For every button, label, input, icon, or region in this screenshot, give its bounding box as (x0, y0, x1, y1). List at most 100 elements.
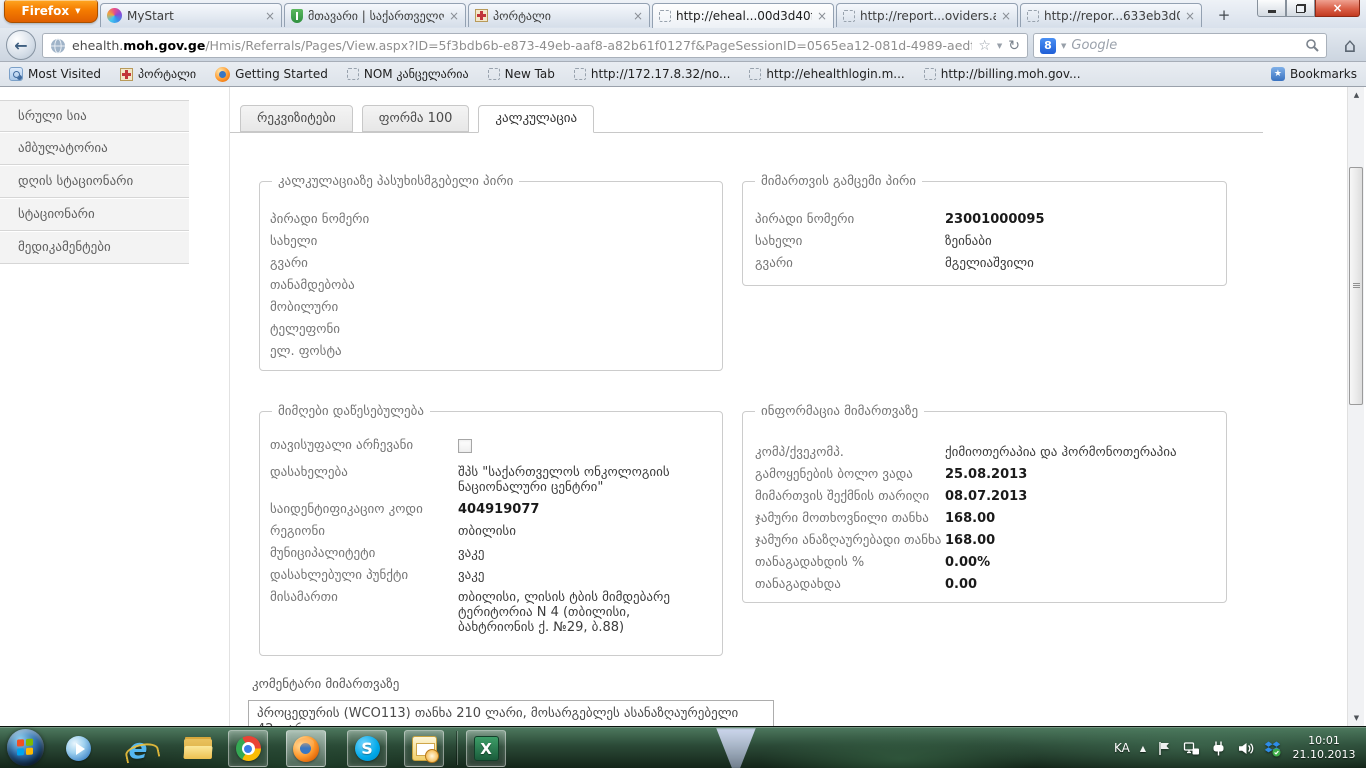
sidebar-item-ambulatory[interactable]: ამბულატორია (0, 133, 189, 165)
action-center-flag-icon[interactable] (1156, 740, 1173, 757)
search-box[interactable]: 8 ▼ Google (1033, 33, 1327, 58)
tab-mtavari[interactable]: მთავარი | საქართველო... × (284, 3, 466, 27)
bookmark-portali[interactable]: პორტალი (120, 67, 196, 81)
free-choice-checkbox[interactable] (458, 439, 472, 453)
new-tab-button[interactable]: + (1212, 6, 1236, 25)
reload-icon[interactable]: ↻ (1008, 38, 1020, 54)
taskbar-outlook-button[interactable] (404, 730, 444, 767)
scroll-down-arrow-icon[interactable]: ▼ (1348, 710, 1365, 726)
tab-report1[interactable]: http://report...oviders.aspx × (836, 3, 1018, 27)
tab-calculation[interactable]: კალკულაცია (478, 105, 594, 133)
dropbox-icon[interactable] (1264, 740, 1281, 757)
taskbar-skype-button[interactable]: S (347, 730, 387, 767)
folder-icon (184, 739, 212, 759)
bookmark-ehealthlogin[interactable]: http://ehealthlogin.m... (749, 67, 904, 81)
field-label: მობილური (270, 300, 458, 315)
bookmarks-star-icon: ★ (1271, 67, 1285, 81)
close-icon[interactable]: × (633, 10, 643, 22)
tab-ehealth-active[interactable]: http://eheal...00d3d40f3a1 × (652, 3, 834, 28)
field-label: თანამდებობა (270, 278, 458, 293)
close-window-button[interactable]: × (1315, 0, 1360, 17)
scroll-up-arrow-icon[interactable]: ▲ (1348, 87, 1365, 103)
bookmark-getting-started[interactable]: Getting Started (215, 67, 328, 82)
close-icon[interactable]: × (1185, 10, 1195, 22)
sidebar-item-full-list[interactable]: სრული სია (0, 100, 189, 132)
sidebar-item-medications[interactable]: მედიკამენტები (0, 232, 189, 264)
taskbar-firefox-button[interactable] (286, 730, 326, 767)
bookmark-label: Most Visited (28, 67, 101, 81)
tab-form100[interactable]: ფორმა 100 (362, 105, 470, 132)
network-icon[interactable] (1183, 740, 1200, 757)
language-indicator[interactable]: KA (1114, 741, 1130, 755)
field-label: პირადი ნომერი (270, 212, 458, 227)
chevron-down-icon: ▼ (75, 7, 80, 15)
fieldset-legend: ინფორმაცია მიმართვაზე (755, 404, 924, 419)
speaker-icon[interactable] (1237, 740, 1254, 757)
back-button[interactable]: ← (6, 30, 36, 60)
globe-icon (50, 38, 66, 54)
desktop-glimpse (705, 728, 767, 768)
close-icon[interactable]: × (449, 10, 459, 22)
minimize-icon (1268, 10, 1276, 13)
field-label: რეგიონი (270, 524, 458, 539)
bookmark-label: New Tab (505, 67, 555, 81)
tab-report2[interactable]: http://repor...633eb3d0c84 × (1020, 3, 1202, 27)
minimize-button[interactable] (1257, 0, 1286, 17)
field-value: 08.07.2013 (945, 489, 1027, 504)
tab-requisites[interactable]: რეკვიზიტები (240, 105, 353, 132)
excel-icon: X (474, 736, 499, 761)
close-icon[interactable]: × (265, 10, 275, 22)
power-plug-icon[interactable] (1210, 740, 1227, 757)
field-label: თავისუფალი არჩევანი (270, 438, 458, 453)
taskbar-wmp-button[interactable] (58, 730, 98, 767)
field-label: გამოყენების ბოლო ვადა (755, 467, 945, 482)
close-icon[interactable]: × (817, 10, 827, 22)
firefox-menu-label: Firefox (22, 4, 70, 18)
bookmarks-menu-button[interactable]: ★ Bookmarks (1271, 67, 1357, 81)
taskbar-ie-button[interactable]: e (118, 730, 158, 767)
page-tabs: რეკვიზიტები ფორმა 100 კალკულაცია (240, 105, 594, 133)
search-engine-dropdown-icon[interactable]: ▼ (1061, 42, 1066, 50)
placeholder-favicon-icon (347, 68, 359, 80)
fieldset-issuer-person: მიმართვის გამცემი პირი პირადი ნომერი2300… (742, 181, 1227, 286)
bookmark-most-visited[interactable]: Most Visited (9, 67, 101, 81)
taskbar-chrome-button[interactable] (228, 730, 268, 767)
tab-portali[interactable]: პორტალი × (468, 3, 650, 27)
fieldset-referral-info: ინფორმაცია მიმართვაზე კომპ/ქვეკომპ.ქიმიო… (742, 411, 1227, 603)
bookmark-star-icon[interactable]: ☆ (978, 38, 991, 54)
sidebar-item-hospital[interactable]: სტაციონარი (0, 199, 189, 231)
window-controls: × (1257, 0, 1360, 17)
search-icon[interactable] (1305, 38, 1320, 53)
bookmarks-menu-label: Bookmarks (1290, 67, 1357, 81)
url-dropdown-icon[interactable]: ▼ (997, 42, 1002, 50)
bookmark-nom[interactable]: NOM კანცელარია (347, 67, 469, 81)
close-icon: × (1332, 1, 1342, 15)
firefox-menu-button[interactable]: Firefox ▼ (4, 0, 98, 23)
taskbar-excel-button[interactable]: X (466, 730, 506, 767)
home-button[interactable]: ⌂ (1337, 33, 1363, 58)
bookmark-label: Getting Started (235, 67, 328, 81)
tab-title: პორტალი (493, 9, 628, 23)
taskbar-clock[interactable]: 10:01 21.10.2013 (1291, 734, 1357, 762)
vertical-scrollbar[interactable]: ▲ ▼ (1347, 87, 1364, 726)
show-hidden-icons-button[interactable]: ▲ (1140, 744, 1146, 753)
start-button[interactable] (7, 729, 44, 766)
taskbar: e S X KA ▲ (0, 726, 1366, 768)
scrollbar-thumb[interactable] (1349, 167, 1363, 405)
bookmark-172[interactable]: http://172.17.8.32/no... (574, 67, 731, 81)
field-value: თბილისი, ლისის ტბის მიმდებარე ტერიტორია … (458, 590, 708, 635)
mystart-favicon-icon (107, 8, 122, 23)
tab-mystart[interactable]: MyStart × (100, 3, 282, 27)
fieldset-legend: მიმართვის გამცემი პირი (755, 174, 922, 189)
sidebar-item-day-hospital[interactable]: დღის სტაციონარი (0, 166, 189, 198)
bookmark-billing[interactable]: http://billing.moh.gov... (924, 67, 1081, 81)
placeholder-favicon-icon (749, 68, 761, 80)
page-content: სრული სია ამბულატორია დღის სტაციონარი სტ… (0, 87, 1366, 726)
close-icon[interactable]: × (1001, 10, 1011, 22)
field-value: 0.00 (945, 577, 977, 592)
url-bar[interactable]: ehealth.moh.gov.ge/Hmis/Referrals/Pages/… (42, 33, 1028, 58)
bookmark-new-tab[interactable]: New Tab (488, 67, 555, 81)
taskbar-explorer-button[interactable] (178, 730, 218, 767)
restore-button[interactable] (1286, 0, 1315, 17)
field-label: გვარი (270, 256, 458, 271)
